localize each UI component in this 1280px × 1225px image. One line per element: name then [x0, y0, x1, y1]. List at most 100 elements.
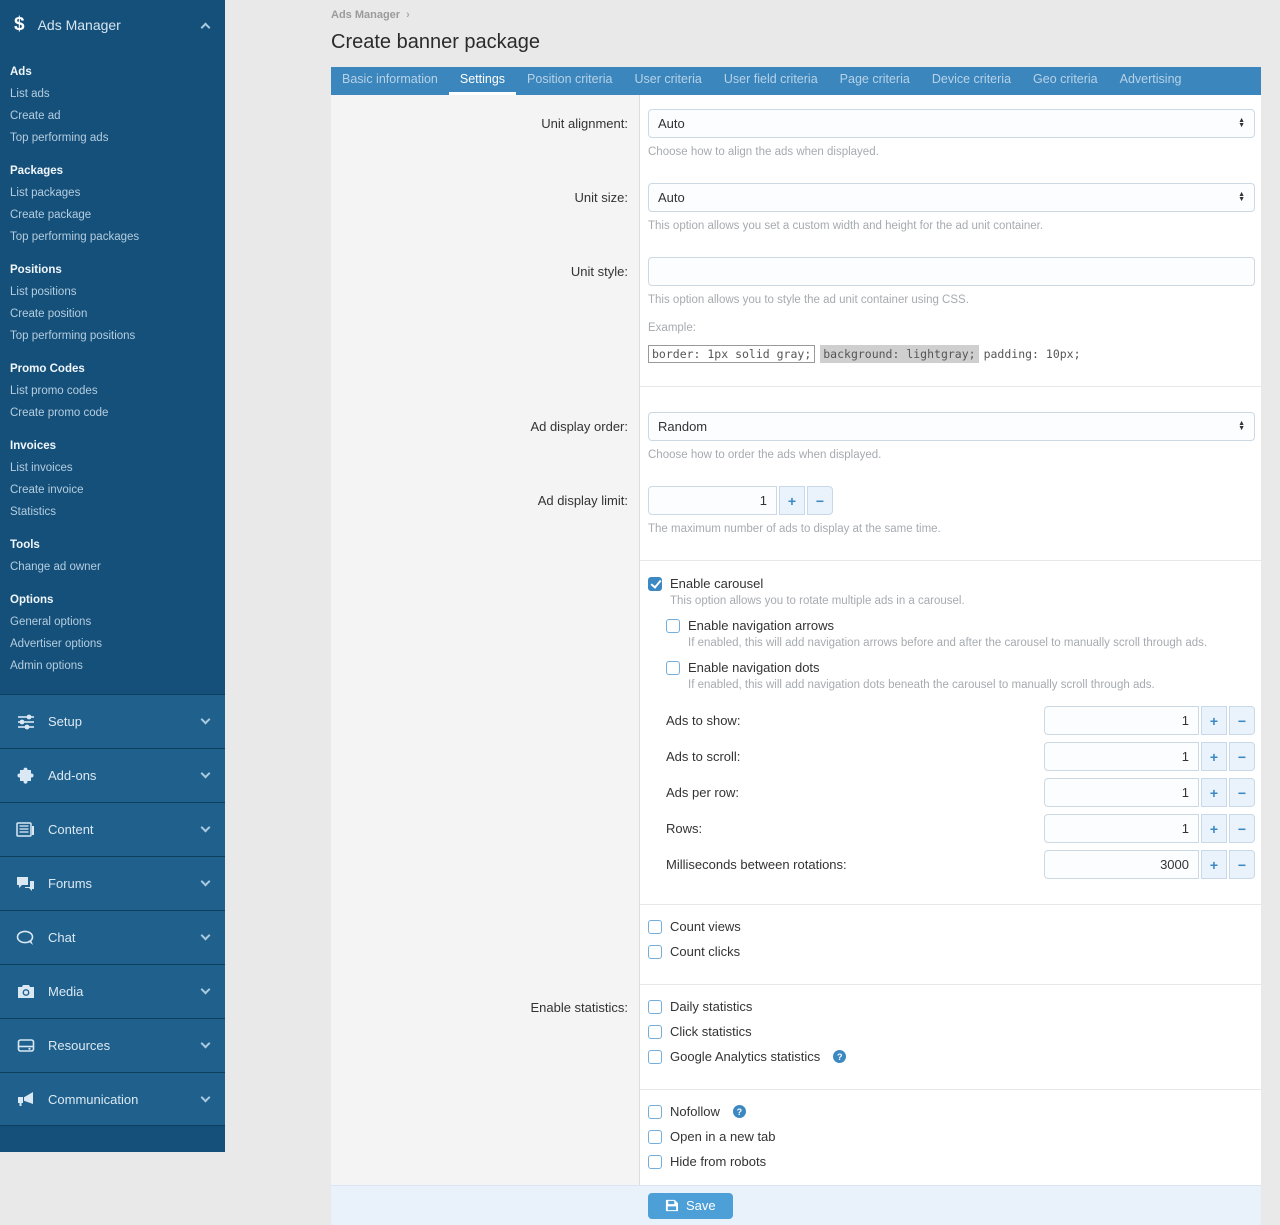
daily-statistics-checkbox-row[interactable]: Daily statistics — [648, 999, 1255, 1014]
sidebar-item-advertiser-options[interactable]: Advertiser options — [0, 633, 225, 655]
unit-size-select[interactable]: Auto ▲ ▼ — [648, 183, 1255, 212]
hide-from-robots-checkbox-row[interactable]: Hide from robots — [648, 1154, 1255, 1169]
example-label: Example: — [648, 322, 696, 334]
help-icon[interactable]: ? — [833, 1050, 847, 1063]
tab-device-criteria[interactable]: Device criteria — [921, 67, 1022, 95]
field-label: Rows: — [666, 821, 703, 836]
save-icon — [665, 1199, 678, 1212]
tab-user-criteria[interactable]: User criteria — [624, 67, 713, 95]
milliseconds-input[interactable] — [1044, 850, 1199, 879]
checkbox-unchecked[interactable] — [648, 1154, 662, 1169]
sidebar-item-create-ad[interactable]: Create ad — [0, 105, 225, 127]
increment-button[interactable]: + — [779, 486, 805, 515]
decrement-button[interactable]: − — [1229, 778, 1255, 807]
breadcrumb-ads-manager[interactable]: Ads Manager — [331, 9, 400, 21]
checkbox-unchecked[interactable] — [648, 919, 662, 934]
sidebar-title: Ads Manager — [37, 17, 121, 33]
sidebar-item-create-package[interactable]: Create package — [0, 204, 225, 226]
checkbox-unchecked[interactable] — [648, 999, 662, 1014]
ads-per-row-stepper: + − — [1044, 778, 1255, 807]
checkbox-unchecked[interactable] — [666, 660, 680, 675]
sidebar-item-add-ons[interactable]: Add-ons — [0, 748, 225, 802]
tab-settings[interactable]: Settings — [448, 67, 517, 95]
ads-to-scroll-input[interactable] — [1044, 742, 1199, 771]
nofollow-checkbox-row[interactable]: Nofollow ? — [648, 1104, 1255, 1119]
ads-to-show-stepper: + − — [1044, 706, 1255, 735]
sidebar-group-options: Options General options Advertiser optio… — [0, 589, 225, 677]
tab-page-criteria[interactable]: Page criteria — [829, 67, 921, 95]
sidebar-item-content[interactable]: Content — [0, 802, 225, 856]
sidebar-item-list-packages[interactable]: List packages — [0, 182, 225, 204]
count-clicks-checkbox-row[interactable]: Count clicks — [648, 944, 1255, 959]
ad-display-order-select[interactable]: Random ▲ ▼ — [648, 412, 1255, 441]
checkbox-unchecked[interactable] — [666, 618, 680, 633]
chevron-down-icon — [200, 768, 211, 779]
sidebar-item-top-performing-ads[interactable]: Top performing ads — [0, 127, 225, 149]
sidebar-item-top-performing-packages[interactable]: Top performing packages — [0, 226, 225, 248]
help-icon[interactable]: ? — [732, 1105, 746, 1118]
decrement-button[interactable]: − — [1229, 814, 1255, 843]
decrement-button[interactable]: − — [1229, 850, 1255, 879]
checkbox-unchecked[interactable] — [648, 944, 662, 959]
sidebar-item-create-promo-code[interactable]: Create promo code — [0, 402, 225, 424]
sidebar-item-list-ads[interactable]: List ads — [0, 83, 225, 105]
checkbox-label: Count views — [670, 919, 741, 934]
sidebar-item-chat[interactable]: Chat — [0, 910, 225, 964]
sidebar-item-list-positions[interactable]: List positions — [0, 281, 225, 303]
sidebar-item-list-promo-codes[interactable]: List promo codes — [0, 380, 225, 402]
carousel-section: Enable carousel This option allows you t… — [640, 576, 1261, 879]
sidebar-item-forums[interactable]: Forums — [0, 856, 225, 910]
sidebar-item-resources[interactable]: Resources — [0, 1018, 225, 1072]
checkbox-checked[interactable] — [648, 576, 662, 591]
open-in-new-tab-checkbox-row[interactable]: Open in a new tab — [648, 1129, 1255, 1144]
enable-carousel-checkbox-row[interactable]: Enable carousel — [648, 576, 1255, 591]
tab-geo-criteria[interactable]: Geo criteria — [1022, 67, 1109, 95]
enable-navigation-dots-checkbox-row[interactable]: Enable navigation dots — [666, 660, 1255, 675]
checkbox-unchecked[interactable] — [648, 1129, 662, 1144]
increment-button[interactable]: + — [1201, 850, 1227, 879]
sidebar-accordion-label: Resources — [48, 1038, 111, 1053]
ad-display-limit-input[interactable] — [648, 486, 777, 515]
sidebar-item-list-invoices[interactable]: List invoices — [0, 457, 225, 479]
sidebar-item-statistics[interactable]: Statistics — [0, 501, 225, 523]
unit-style-input[interactable] — [648, 257, 1255, 286]
click-statistics-checkbox-row[interactable]: Click statistics — [648, 1024, 1255, 1039]
sidebar-item-create-invoice[interactable]: Create invoice — [0, 479, 225, 501]
unit-alignment-select[interactable]: Auto ▲ ▼ — [648, 109, 1255, 138]
checkbox-unchecked[interactable] — [648, 1024, 662, 1039]
ads-per-row-input[interactable] — [1044, 778, 1199, 807]
rows-input[interactable] — [1044, 814, 1199, 843]
tab-basic-information[interactable]: Basic information — [331, 67, 449, 95]
divider — [640, 984, 1261, 985]
increment-button[interactable]: + — [1201, 778, 1227, 807]
tab-position-criteria[interactable]: Position criteria — [516, 67, 623, 95]
tab-user-field-criteria[interactable]: User field criteria — [713, 67, 829, 95]
sidebar-item-top-performing-positions[interactable]: Top performing positions — [0, 325, 225, 347]
count-views-checkbox-row[interactable]: Count views — [648, 919, 1255, 934]
checkbox-unchecked[interactable] — [648, 1104, 662, 1119]
increment-button[interactable]: + — [1201, 814, 1227, 843]
checkbox-label: Google Analytics statistics — [670, 1049, 821, 1064]
sidebar-group-tools: Tools Change ad owner — [0, 534, 225, 578]
tab-advertising[interactable]: Advertising — [1109, 67, 1193, 95]
decrement-button[interactable]: − — [1229, 706, 1255, 735]
increment-button[interactable]: + — [1201, 742, 1227, 771]
field-help: Choose how to order the ads when display… — [648, 449, 882, 461]
increment-button[interactable]: + — [1201, 706, 1227, 735]
ads-to-show-input[interactable] — [1044, 706, 1199, 735]
save-button[interactable]: Save — [648, 1192, 733, 1219]
enable-navigation-arrows-checkbox-row[interactable]: Enable navigation arrows — [666, 618, 1255, 633]
sidebar-item-create-position[interactable]: Create position — [0, 303, 225, 325]
checkbox-unchecked[interactable] — [648, 1049, 662, 1064]
flags-section: Nofollow ? Open in a new tab Hide from r… — [640, 1104, 1261, 1169]
sidebar-item-admin-options[interactable]: Admin options — [0, 655, 225, 677]
sidebar-header-ads-manager[interactable]: $ Ads Manager — [0, 0, 225, 50]
sidebar-item-media[interactable]: Media — [0, 964, 225, 1018]
sidebar-item-communication[interactable]: Communication — [0, 1072, 225, 1126]
google-analytics-statistics-checkbox-row[interactable]: Google Analytics statistics ? — [648, 1049, 1255, 1064]
sidebar-item-general-options[interactable]: General options — [0, 611, 225, 633]
sidebar-item-change-ad-owner[interactable]: Change ad owner — [0, 556, 225, 578]
sidebar-item-setup[interactable]: Setup — [0, 694, 225, 748]
decrement-button[interactable]: − — [807, 486, 833, 515]
decrement-button[interactable]: − — [1229, 742, 1255, 771]
